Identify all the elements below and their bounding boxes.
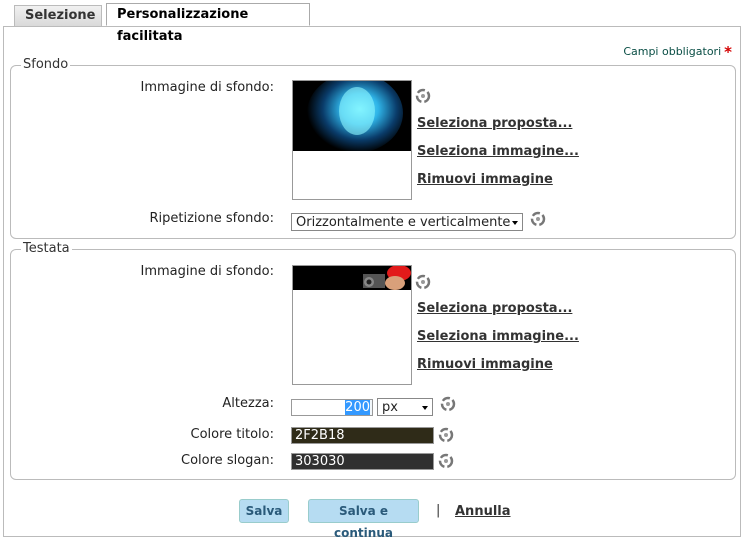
sfondo-repeat-label: Ripetizione sfondo:: [149, 211, 275, 226]
sfondo-image-preview: [292, 80, 412, 200]
testata-image-preview: [292, 265, 412, 385]
sfondo-remove-image-link[interactable]: Rimuovi immagine: [417, 172, 553, 187]
reset-icon[interactable]: [438, 427, 454, 443]
height-unit-value: px: [382, 400, 398, 415]
sfondo-select-image-link[interactable]: Seleziona immagine...: [417, 144, 579, 159]
sfondo-repeat-select[interactable]: Orizzontalmente e verticalmente: [291, 213, 523, 231]
slogan-color-value: 303030: [295, 454, 345, 469]
save-continue-button[interactable]: Salva e continua: [308, 499, 419, 540]
reset-icon[interactable]: [415, 274, 431, 290]
chevron-down-icon: [422, 406, 428, 410]
title-color-input[interactable]: 2F2B18: [291, 427, 434, 444]
slogan-color-input[interactable]: 303030: [291, 453, 434, 470]
legend-sfondo: Sfondo: [21, 57, 71, 72]
sfondo-image-thumbnail: [293, 81, 411, 153]
height-input[interactable]: 200: [291, 399, 373, 416]
reset-icon[interactable]: [530, 211, 546, 227]
actions-separator: |: [436, 503, 441, 518]
reset-icon[interactable]: [415, 88, 431, 104]
tab-personalizzazione[interactable]: Personalizzazione facilitata: [106, 3, 310, 44]
sfondo-select-proposal-link[interactable]: Seleziona proposta...: [417, 116, 572, 131]
title-color-label: Colore titolo:: [190, 427, 275, 442]
chevron-down-icon: [512, 221, 518, 225]
testata-image-label: Immagine di sfondo:: [140, 264, 275, 279]
height-value: 200: [345, 400, 370, 415]
legend-testata: Testata: [21, 241, 72, 256]
sfondo-image-label: Immagine di sfondo:: [140, 80, 275, 95]
asterisk-icon: *: [724, 43, 732, 61]
testata-select-image-link[interactable]: Seleziona immagine...: [417, 329, 579, 344]
sfondo-repeat-value: Orizzontalmente e verticalmente: [296, 215, 511, 230]
required-fields-note: Campi obbligatori *: [623, 41, 732, 61]
required-note-text: Campi obbligatori: [623, 45, 722, 58]
testata-image-thumbnail: [293, 266, 411, 290]
reset-icon[interactable]: [440, 396, 456, 412]
tab-selezione[interactable]: Selezione: [14, 5, 102, 27]
slogan-color-label: Colore slogan:: [181, 453, 274, 468]
height-unit-select[interactable]: px: [377, 398, 433, 416]
testata-remove-image-link[interactable]: Rimuovi immagine: [417, 357, 553, 372]
cancel-link[interactable]: Annulla: [455, 504, 511, 519]
height-label: Altezza:: [222, 396, 274, 411]
tab-bar: Selezione Personalizzazione facilitata: [0, 0, 744, 44]
title-color-value: 2F2B18: [295, 428, 345, 443]
reset-icon[interactable]: [438, 453, 454, 469]
save-button[interactable]: Salva: [239, 499, 289, 523]
testata-select-proposal-link[interactable]: Seleziona proposta...: [417, 301, 572, 316]
